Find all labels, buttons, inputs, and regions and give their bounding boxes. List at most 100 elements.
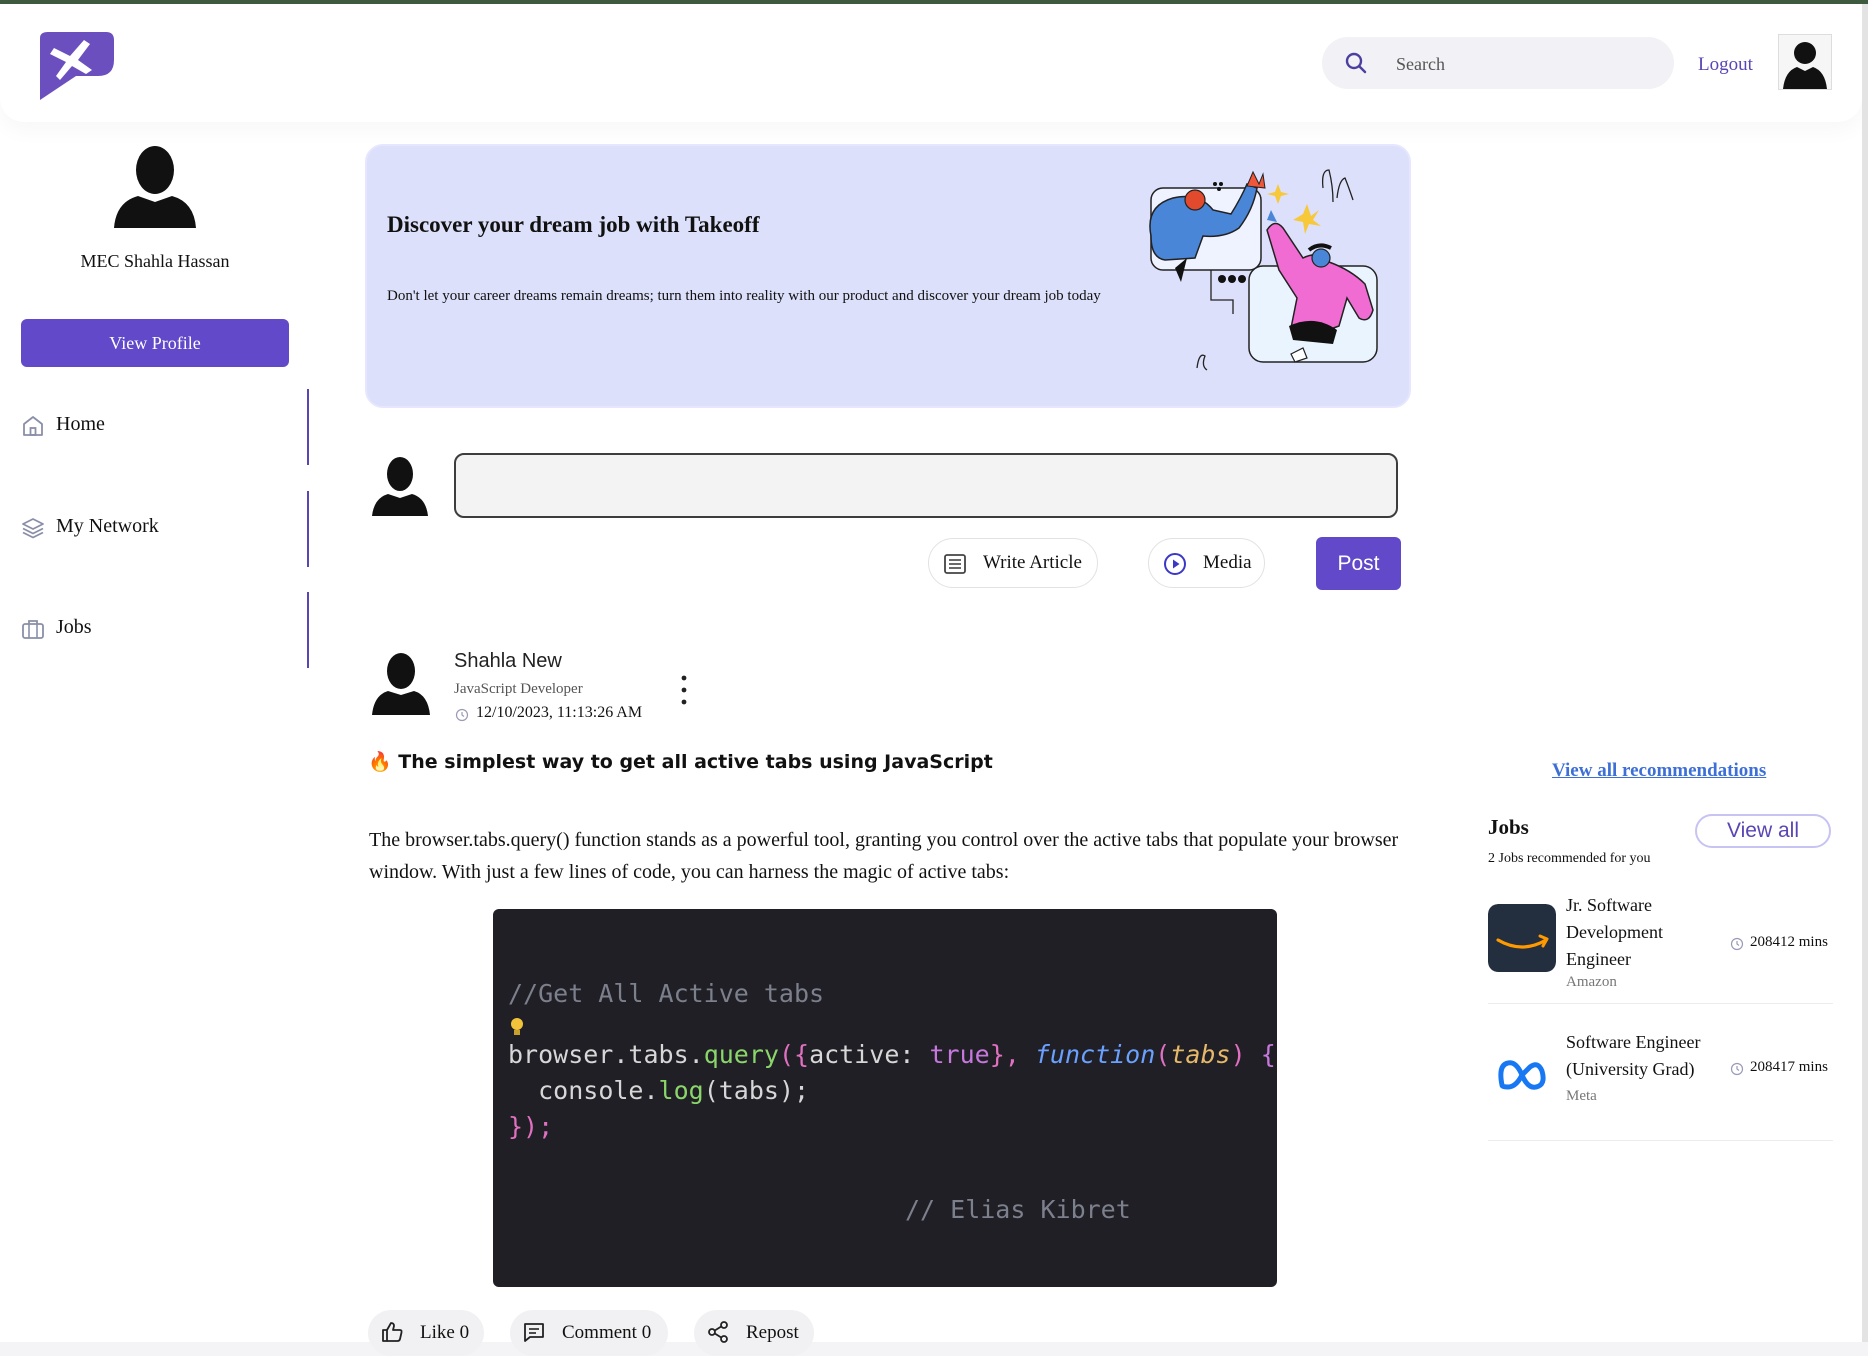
code-token: function xyxy=(1034,1040,1156,1069)
amazon-logo xyxy=(1488,904,1556,972)
share-icon xyxy=(708,1321,728,1343)
code-line-3: }); xyxy=(508,1112,554,1141)
profile-avatar xyxy=(114,146,196,228)
code-token: (tabs); xyxy=(703,1076,810,1105)
jobs-heading: Jobs xyxy=(1488,815,1529,839)
code-token: console xyxy=(538,1076,644,1105)
job-divider xyxy=(1488,1003,1833,1004)
post-timestamp: 12/10/2023, 11:13:26 AM xyxy=(476,704,643,721)
comment-button[interactable]: Comment 0 xyxy=(510,1310,668,1356)
clock-icon xyxy=(455,708,469,722)
repost-label: Repost xyxy=(746,1322,799,1343)
code-token: true xyxy=(929,1040,990,1069)
post-body: The browser.tabs.query() function stands… xyxy=(369,829,1399,883)
post-composer-input[interactable] xyxy=(454,453,1398,518)
job-title[interactable]: Software Engineer (University Grad) xyxy=(1566,1029,1706,1083)
takeoff-logo[interactable] xyxy=(36,30,116,102)
code-token: query xyxy=(703,1040,779,1069)
code-token: . xyxy=(688,1040,704,1069)
sidebar-item-label: My Network xyxy=(56,515,159,537)
job-title[interactable]: Jr. Software Development Engineer xyxy=(1566,892,1706,973)
code-token: }, xyxy=(989,1040,1035,1069)
code-token: ) xyxy=(1230,1040,1261,1069)
post-button[interactable]: Post xyxy=(1316,537,1401,590)
sidebar-item-home[interactable]: Home xyxy=(0,389,310,465)
promo-banner: Discover your dream job with Takeoff Don… xyxy=(365,144,1411,408)
sidebar-item-label: Jobs xyxy=(56,616,92,638)
banner-text: Don't let your career dreams remain drea… xyxy=(387,288,1101,304)
top-header: Logout xyxy=(0,4,1862,122)
composer-avatar xyxy=(372,457,428,516)
media-button[interactable]: Media xyxy=(1148,538,1265,588)
code-token: ({ xyxy=(778,1040,810,1069)
more-options-icon[interactable] xyxy=(676,672,692,708)
post-title-text: The simplest way to get all active tabs … xyxy=(398,751,993,773)
media-label: Media xyxy=(1203,552,1252,573)
meta-logo xyxy=(1498,1060,1546,1090)
jobs-subtitle: 2 Jobs recommended for you xyxy=(1488,851,1651,866)
job-divider xyxy=(1488,1140,1833,1141)
sidebar-item-label: Home xyxy=(56,413,105,435)
job-company: Meta xyxy=(1566,1088,1597,1104)
logout-link[interactable]: Logout xyxy=(1698,54,1753,76)
play-icon xyxy=(1164,553,1186,575)
write-article-button[interactable]: Write Article xyxy=(928,538,1098,588)
job-card[interactable]: Software Engineer (University Grad) Meta… xyxy=(1488,1029,1833,1141)
post-author-avatar[interactable] xyxy=(370,651,432,715)
view-all-jobs-button[interactable]: View all xyxy=(1695,814,1831,848)
comment-label: Comment 0 xyxy=(562,1322,652,1343)
nav-divider xyxy=(307,389,309,465)
view-profile-button[interactable]: View Profile xyxy=(21,319,289,367)
code-token: tabs xyxy=(628,1040,689,1069)
job-card[interactable]: Jr. Software Development Engineer Amazon… xyxy=(1488,892,1833,1004)
clock-icon xyxy=(1730,1062,1744,1076)
post-title: 🔥 The simplest way to get all active tab… xyxy=(368,750,993,773)
view-all-recommendations-link[interactable]: View all recommendations xyxy=(1552,760,1766,782)
job-posted-mins: 208412 mins xyxy=(1750,934,1828,950)
profile-name: MEC Shahla Hassan xyxy=(80,251,230,271)
page: Logout MEC Shahla Hassan View Profile Ho… xyxy=(0,4,1868,1356)
code-token: log xyxy=(658,1076,704,1105)
high-five-illustration xyxy=(1149,169,1378,371)
search-bar[interactable] xyxy=(1322,37,1674,89)
search-input[interactable] xyxy=(1394,49,1658,79)
window-scrollbar[interactable] xyxy=(1862,4,1868,1342)
nav-divider xyxy=(307,592,309,668)
code-token: . xyxy=(613,1040,629,1069)
repost-button[interactable]: Repost xyxy=(694,1310,814,1356)
code-token: browser xyxy=(508,1040,614,1069)
thumbs-up-icon xyxy=(382,1322,403,1342)
like-label: Like 0 xyxy=(420,1322,470,1343)
sidebar-item-my-network[interactable]: My Network xyxy=(0,491,310,567)
job-company: Amazon xyxy=(1566,974,1617,990)
comment-icon xyxy=(524,1323,544,1342)
home-icon xyxy=(23,416,43,436)
code-signature: // Elias Kibret xyxy=(905,1195,1131,1224)
code-snippet-image: //Get All Active tabs browser.tabs.query… xyxy=(493,909,1277,1287)
code-line-2: console.log(tabs); xyxy=(508,1076,809,1105)
code-comment: //Get All Active tabs xyxy=(508,979,825,1008)
header-avatar[interactable] xyxy=(1778,34,1832,90)
code-token: { xyxy=(1260,1040,1276,1069)
layers-icon xyxy=(22,518,44,539)
sidebar-item-jobs[interactable]: Jobs xyxy=(0,592,310,668)
code-token: tabs xyxy=(1170,1040,1231,1069)
briefcase-icon xyxy=(22,620,44,639)
code-token: active: xyxy=(809,1040,930,1069)
code-token: . xyxy=(643,1076,659,1105)
like-button[interactable]: Like 0 xyxy=(368,1310,484,1356)
code-line-1: browser.tabs.query({active: true}, funct… xyxy=(508,1040,1276,1069)
search-icon xyxy=(1345,52,1367,74)
fire-icon: 🔥 xyxy=(368,751,392,773)
write-article-label: Write Article xyxy=(983,552,1082,573)
job-posted-mins: 208417 mins xyxy=(1750,1059,1828,1075)
article-icon xyxy=(944,554,966,574)
nav-divider xyxy=(307,491,309,567)
lightbulb-icon xyxy=(511,1018,523,1035)
clock-icon xyxy=(1730,937,1744,951)
banner-title: Discover your dream job with Takeoff xyxy=(387,212,760,237)
code-token: ( xyxy=(1155,1040,1171,1069)
post-author-role: JavaScript Developer xyxy=(454,681,583,697)
post-author-name[interactable]: Shahla New xyxy=(454,650,562,673)
